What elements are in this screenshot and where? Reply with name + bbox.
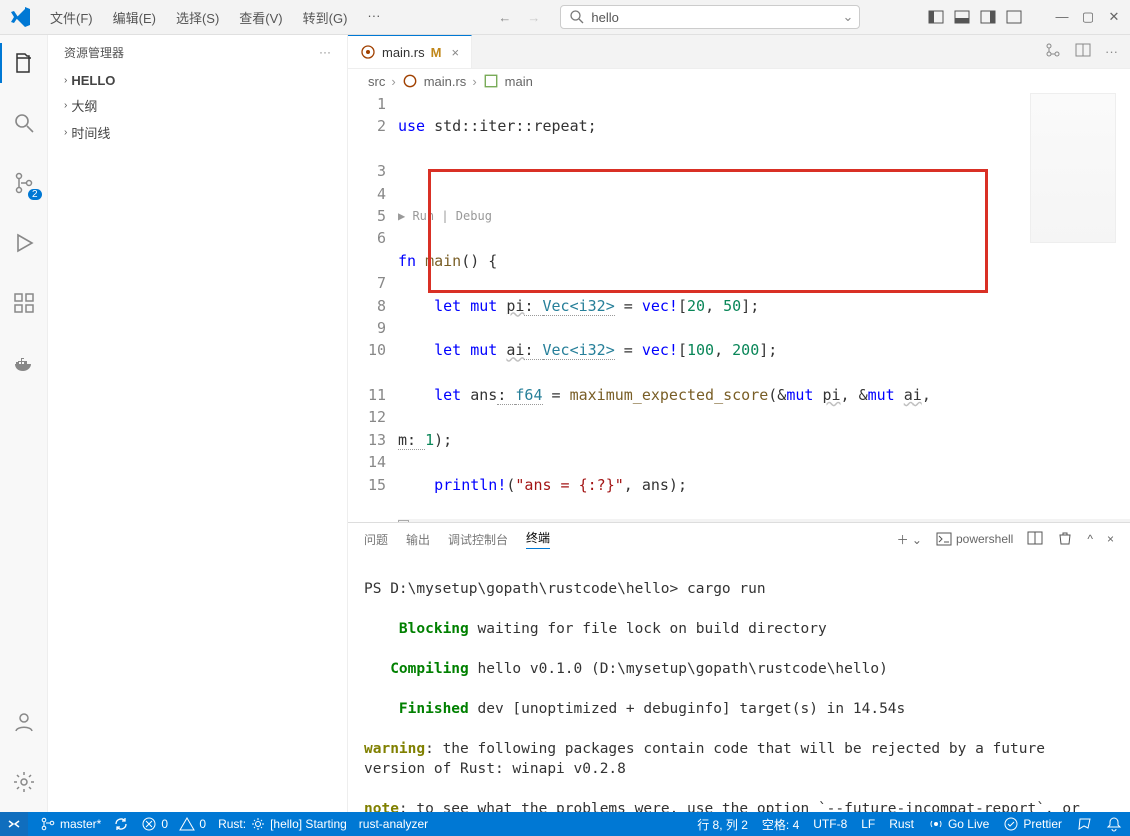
menu-view[interactable]: 查看(V) (231, 4, 290, 31)
menu-selection[interactable]: 选择(S) (168, 4, 227, 31)
panel-maximize-icon[interactable]: ^ (1087, 532, 1093, 546)
title-bar: 文件(F) 编辑(E) 选择(S) 查看(V) 转到(G) ··· ← → he… (0, 0, 1130, 35)
status-bar: master* 0 0 Rust: [hello] Starting rust-… (0, 812, 1130, 836)
editor-area: main.rs M × ··· src› main.rs› main 12345… (348, 35, 1130, 812)
menu-file[interactable]: 文件(F) (42, 4, 101, 31)
activity-settings-icon[interactable] (0, 762, 48, 802)
activity-docker-icon[interactable] (0, 343, 48, 383)
window-minimize-icon[interactable]: — (1054, 9, 1070, 25)
tab-close-icon[interactable]: × (451, 45, 459, 60)
nav-back-icon[interactable]: ← (498, 10, 511, 25)
layout-panel-icon[interactable] (954, 9, 970, 25)
sidebar-explorer: 资源管理器 ··· ›HELLO ›大纲 ›时间线 (48, 35, 348, 812)
chevron-right-icon: › (64, 75, 67, 86)
menu-edit[interactable]: 编辑(E) (105, 4, 164, 31)
sidebar-title: 资源管理器 (64, 44, 124, 61)
codelens-run-debug[interactable]: ▶ Run | Debug (398, 205, 1130, 227)
panel-tab-output[interactable]: 输出 (406, 531, 430, 548)
terminal-kill-icon[interactable] (1057, 530, 1073, 549)
terminal-new-icon[interactable]: ＋ ⌄ (897, 531, 922, 548)
layout-primary-icon[interactable] (928, 9, 944, 25)
nav-arrows: ← → (498, 10, 540, 25)
more-actions-icon[interactable]: ··· (1105, 44, 1118, 59)
breadcrumb[interactable]: src› main.rs› main (348, 69, 1130, 93)
panel: 问题 输出 调试控制台 终端 ＋ ⌄ powershell ^ × PS D:\… (348, 522, 1130, 812)
menu-bar: 文件(F) 编辑(E) 选择(S) 查看(V) 转到(G) ··· (42, 4, 388, 31)
activity-search-icon[interactable] (0, 103, 48, 143)
sidebar-header: 资源管理器 ··· (48, 35, 347, 69)
highlight-box-editor (428, 169, 988, 293)
chevron-right-icon: › (64, 127, 67, 138)
window-maximize-icon[interactable]: ▢ (1080, 9, 1096, 25)
status-encoding[interactable]: UTF-8 (813, 817, 847, 831)
activity-explorer-icon[interactable] (0, 43, 48, 83)
vscode-logo-icon (8, 5, 32, 29)
editor-tabs: main.rs M × ··· (348, 35, 1130, 69)
scm-badge: 2 (28, 189, 42, 200)
panel-tab-debug[interactable]: 调试控制台 (448, 531, 508, 548)
status-remote-icon[interactable] (0, 812, 28, 836)
menu-overflow[interactable]: ··· (359, 4, 388, 31)
status-feedback-icon[interactable] (1076, 816, 1092, 832)
status-lang[interactable]: Rust (889, 817, 914, 831)
command-center-text: hello (591, 10, 618, 25)
chevron-right-icon: › (64, 100, 67, 111)
symbol-function-icon (483, 73, 499, 89)
menu-go[interactable]: 转到(G) (295, 4, 356, 31)
status-golive[interactable]: Go Live (928, 816, 989, 832)
sidebar-section-hello[interactable]: ›HELLO (48, 69, 347, 92)
panel-tab-terminal[interactable]: 终端 (526, 529, 550, 549)
terminal-profile[interactable]: powershell (936, 531, 1013, 547)
code-content[interactable]: use std::iter::repeat; ▶ Run | Debug fn … (398, 93, 1130, 522)
panel-tab-problems[interactable]: 问题 (364, 531, 388, 548)
main-area: 2 资源管理器 ··· ›HELLO ›大纲 ›时间线 main.rs M × (0, 35, 1130, 812)
tab-label: main.rs (382, 45, 425, 60)
minimap[interactable] (1030, 93, 1116, 243)
status-bell-icon[interactable] (1106, 816, 1122, 832)
compare-changes-icon[interactable] (1045, 42, 1061, 61)
activity-bar: 2 (0, 35, 48, 812)
status-rust-analyzer[interactable]: rust-analyzer (359, 817, 428, 831)
titlebar-right-icons: — ▢ ✕ (928, 9, 1122, 25)
code-editor[interactable]: 123456789101112131415 use std::iter::rep… (348, 93, 1130, 522)
breadcrumb-file[interactable]: main.rs (424, 74, 467, 89)
status-spaces[interactable]: 空格: 4 (762, 816, 799, 833)
tab-actions: ··· (1033, 35, 1130, 68)
terminal-content[interactable]: PS D:\mysetup\gopath\rustcode\hello> car… (348, 555, 1130, 812)
status-errors[interactable]: 0 0 (141, 816, 206, 832)
activity-debug-icon[interactable] (0, 223, 48, 263)
sidebar-section-timeline[interactable]: ›时间线 (48, 119, 347, 146)
sidebar-section-outline[interactable]: ›大纲 (48, 92, 347, 119)
rust-file-icon (360, 44, 376, 60)
nav-forward-icon[interactable]: → (527, 10, 540, 25)
chevron-down-icon[interactable]: ⌄ (843, 9, 854, 25)
panel-close-icon[interactable]: × (1107, 532, 1114, 546)
status-prettier[interactable]: Prettier (1003, 816, 1062, 832)
breadcrumb-src[interactable]: src (368, 74, 385, 89)
status-position[interactable]: 行 8, 列 2 (697, 816, 748, 833)
rust-file-icon (402, 73, 418, 89)
command-center[interactable]: hello ⌄ (560, 5, 860, 29)
panel-tabs: 问题 输出 调试控制台 终端 ＋ ⌄ powershell ^ × (348, 523, 1130, 555)
tab-main-rs[interactable]: main.rs M × (348, 35, 472, 68)
layout-customize-icon[interactable] (1006, 9, 1022, 25)
split-editor-icon[interactable] (1075, 42, 1091, 61)
line-numbers: 123456789101112131415 (348, 93, 398, 522)
tab-modified-indicator: M (431, 45, 442, 60)
search-icon (569, 9, 585, 25)
status-rust[interactable]: Rust: [hello] Starting (218, 816, 347, 832)
status-eol[interactable]: LF (861, 817, 875, 831)
status-branch[interactable]: master* (40, 816, 101, 832)
activity-extensions-icon[interactable] (0, 283, 48, 323)
sidebar-more-icon[interactable]: ··· (319, 45, 331, 59)
activity-account-icon[interactable] (0, 702, 48, 742)
breadcrumb-symbol[interactable]: main (505, 74, 533, 89)
status-sync-icon[interactable] (113, 816, 129, 832)
activity-scm-icon[interactable]: 2 (0, 163, 48, 203)
terminal-split-icon[interactable] (1027, 530, 1043, 549)
layout-secondary-icon[interactable] (980, 9, 996, 25)
window-close-icon[interactable]: ✕ (1106, 9, 1122, 25)
